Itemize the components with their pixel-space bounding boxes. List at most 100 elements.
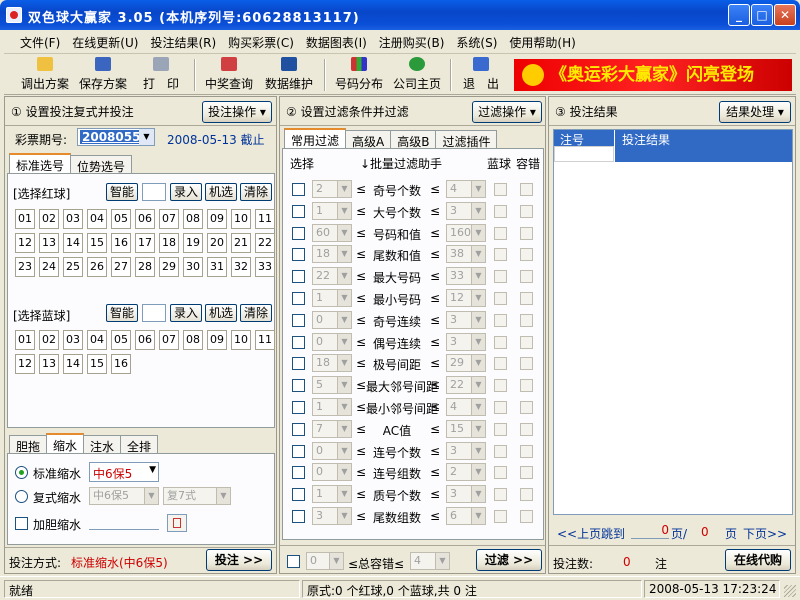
red-ball[interactable]: 28 [135, 257, 155, 277]
filter-min-select[interactable]: 7 ▼ [312, 419, 352, 438]
filter-tolerance-checkbox[interactable] [520, 248, 533, 262]
red-ball[interactable]: 08 [183, 209, 203, 229]
filter-min-select[interactable]: 60 ▼ [312, 223, 352, 242]
filter-tolerance-checkbox[interactable] [520, 466, 533, 480]
filter-tolerance-checkbox[interactable] [520, 183, 533, 196]
tab-standard-pick[interactable]: 标准选号 [9, 153, 72, 174]
filter-row-checkbox[interactable] [292, 270, 305, 284]
red-ball[interactable]: 10 [231, 209, 251, 229]
page-input[interactable]: 0 [631, 523, 669, 539]
multi-shrink-radio[interactable] [15, 490, 28, 503]
menu-file[interactable]: 文件(F) [14, 30, 66, 55]
filter-tolerance-checkbox[interactable] [520, 292, 533, 305]
period-select[interactable]: 2008055 ▼ [77, 128, 155, 146]
red-random-button[interactable]: 机选 [205, 183, 237, 201]
red-ball[interactable]: 25 [63, 257, 83, 277]
filter-row-checkbox[interactable] [292, 401, 305, 414]
filter-min-select[interactable]: 0 ▼ [312, 463, 352, 482]
filter-min-select[interactable]: 3 ▼ [312, 507, 352, 525]
filter-min-select[interactable]: 1 ▼ [312, 398, 352, 416]
red-ball[interactable]: 13 [39, 233, 59, 253]
std-shrink-radio[interactable] [15, 466, 28, 479]
minimize-button[interactable]: _ [728, 4, 750, 26]
filter-blue-checkbox[interactable] [494, 379, 507, 393]
filter-max-select[interactable]: 15 ▼ [446, 419, 486, 438]
menu-register[interactable]: 注册购买(B) [373, 30, 451, 55]
filter-row-checkbox[interactable] [292, 248, 305, 262]
red-ball[interactable]: 30 [183, 257, 203, 277]
filter-min-select[interactable]: 1 ▼ [312, 485, 352, 504]
filter-blue-checkbox[interactable] [494, 488, 507, 502]
red-ball[interactable]: 31 [207, 257, 227, 277]
print-button[interactable]: 打 印 [138, 57, 184, 93]
blue-ball[interactable]: 16 [111, 354, 131, 374]
filter-row-checkbox[interactable] [292, 204, 305, 218]
blue-random-button[interactable]: 机选 [205, 304, 237, 322]
bet-operation-button[interactable]: 投注操作 ▾ [202, 101, 272, 123]
maximize-button[interactable]: □ [751, 4, 773, 26]
dan-shrink-input[interactable] [89, 529, 159, 530]
red-ball[interactable]: 22 [255, 233, 275, 253]
total-tol-min-select[interactable]: 0 ▼ [306, 552, 344, 570]
menu-charts[interactable]: 数据图表(I) [300, 30, 373, 55]
blue-ball[interactable]: 13 [39, 354, 59, 374]
filter-row-checkbox[interactable] [292, 292, 305, 305]
filter-min-select[interactable]: 0 ▼ [312, 310, 352, 329]
multi-shrink-select-1[interactable]: 中6保5 ▼ [89, 487, 159, 505]
filter-min-select[interactable]: 22 ▼ [312, 267, 352, 286]
menu-buy[interactable]: 购买彩票(C) [222, 30, 300, 55]
filter-blue-checkbox[interactable] [494, 401, 507, 414]
filter-max-select[interactable]: 3 ▼ [446, 201, 486, 220]
filter-blue-checkbox[interactable] [494, 510, 507, 523]
result-table[interactable]: 注号 投注结果 [553, 129, 793, 515]
filter-tolerance-checkbox[interactable] [520, 313, 533, 327]
prev-page-link[interactable]: <<上页 [557, 525, 601, 542]
filter-min-select[interactable]: 2 ▼ [312, 180, 352, 198]
tab-dantuo[interactable]: 胆拖 [9, 435, 48, 454]
filter-row-checkbox[interactable] [292, 466, 305, 480]
menu-update[interactable]: 在线更新(U) [66, 30, 144, 55]
blue-ball[interactable]: 02 [39, 330, 59, 350]
red-ball[interactable]: 26 [87, 257, 107, 277]
filter-tolerance-checkbox[interactable] [520, 379, 533, 393]
red-ball[interactable]: 07 [159, 209, 179, 229]
blue-ball[interactable]: 01 [15, 330, 35, 350]
red-ball[interactable]: 03 [63, 209, 83, 229]
tab-position-pick[interactable]: 位势选号 [70, 155, 133, 174]
menu-bet-result[interactable]: 投注结果(R) [144, 30, 222, 55]
red-ball[interactable]: 27 [111, 257, 131, 277]
data-maintain-button[interactable]: 数据维护 [262, 57, 316, 93]
tab-full[interactable]: 全排 [120, 435, 159, 454]
homepage-button[interactable]: 公司主页 [390, 57, 444, 93]
filter-blue-checkbox[interactable] [494, 444, 507, 458]
filter-blue-checkbox[interactable] [494, 466, 507, 480]
filter-blue-checkbox[interactable] [494, 226, 507, 240]
filter-row-checkbox[interactable] [292, 510, 305, 523]
filter-max-select[interactable]: 3 ▼ [446, 485, 486, 504]
resize-grip-icon[interactable] [784, 585, 796, 597]
blue-ball[interactable]: 08 [183, 330, 203, 350]
filter-row-checkbox[interactable] [292, 379, 305, 393]
filter-operation-button[interactable]: 过滤操作 ▾ [472, 101, 542, 123]
tab-common-filter[interactable]: 常用过滤 [284, 128, 347, 149]
blue-ball[interactable]: 06 [135, 330, 155, 350]
number-distribution-button[interactable]: 号码分布 [332, 57, 386, 93]
blue-clear-button[interactable]: 清除 [240, 304, 272, 322]
filter-tolerance-checkbox[interactable] [520, 422, 533, 436]
filter-tolerance-checkbox[interactable] [520, 488, 533, 502]
blue-ball[interactable]: 12 [15, 354, 35, 374]
exit-button[interactable]: 退 出 [458, 57, 504, 93]
online-purchase-button[interactable]: 在线代购 [725, 549, 791, 571]
filter-blue-checkbox[interactable] [494, 422, 507, 436]
filter-max-select[interactable]: 12 ▼ [446, 289, 486, 307]
filter-button[interactable]: 过滤 >> [476, 549, 542, 571]
filter-row-checkbox[interactable] [292, 226, 305, 240]
red-ball[interactable]: 24 [39, 257, 59, 277]
prize-query-button[interactable]: 中奖查询 [202, 57, 256, 93]
filter-blue-checkbox[interactable] [494, 248, 507, 262]
filter-blue-checkbox[interactable] [494, 292, 507, 305]
blue-ball[interactable]: 03 [63, 330, 83, 350]
filter-row-checkbox[interactable] [292, 422, 305, 436]
blue-ball[interactable]: 07 [159, 330, 179, 350]
filter-max-select[interactable]: 2 ▼ [446, 463, 486, 482]
